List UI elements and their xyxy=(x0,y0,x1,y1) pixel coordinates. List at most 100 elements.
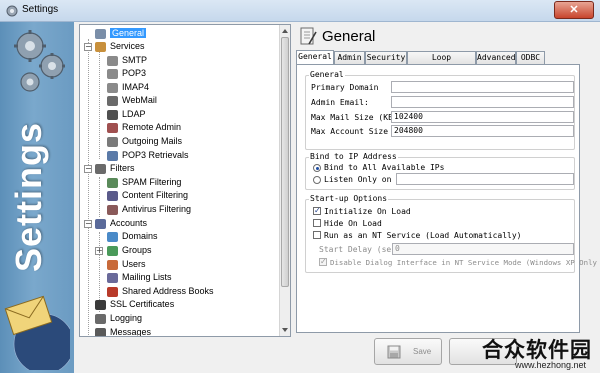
listen-only-radio[interactable] xyxy=(313,176,321,184)
tree-scrollbar[interactable] xyxy=(279,25,290,336)
tab-loop-protection[interactable]: Loop Protection xyxy=(407,51,476,74)
banner-text: Settings xyxy=(8,121,49,272)
nt-service-label: Run as an NT Service (Load Automatically… xyxy=(324,231,522,240)
tab-admin[interactable]: Admin xyxy=(334,51,365,64)
tree-item-general[interactable]: General xyxy=(95,27,147,40)
tree-item-filters[interactable]: Filters xyxy=(95,162,135,175)
services-icon xyxy=(95,41,106,52)
tree-item-spam-filtering[interactable]: SPAM Filtering xyxy=(107,176,181,189)
outgoing-icon xyxy=(107,136,118,147)
domains-icon xyxy=(107,231,118,242)
document-icon xyxy=(300,27,317,45)
page-icon xyxy=(95,28,106,39)
tree-item-shared-address-books[interactable]: Shared Address Books xyxy=(107,285,214,298)
max-account-size-label: Max Account Size (K xyxy=(311,127,403,136)
start-delay-label: Start Delay (secs xyxy=(319,245,401,254)
mailing-list-icon xyxy=(107,272,118,283)
listen-only-label: Listen Only on I xyxy=(324,175,402,184)
retrieval-icon xyxy=(107,150,118,161)
nt-service-checkbox[interactable] xyxy=(313,231,321,239)
tree-expander[interactable]: − xyxy=(84,165,92,173)
max-mail-size-field[interactable]: 102400 xyxy=(391,111,574,123)
watermark: 合众软件园 www.hezhong.net xyxy=(442,330,594,370)
initialize-on-load-label: Initialize On Load xyxy=(324,207,411,216)
tree-item-smtp[interactable]: SMTP xyxy=(107,54,147,67)
initialize-on-load-checkbox[interactable]: ✓ xyxy=(313,207,321,215)
tree-item-antivirus-filtering[interactable]: Antivirus Filtering xyxy=(107,203,191,216)
hide-on-load-checkbox[interactable] xyxy=(313,219,321,227)
accounts-icon xyxy=(95,218,106,229)
bind-all-radio[interactable] xyxy=(313,164,321,172)
tree-item-ssl-certificates[interactable]: SSL Certificates xyxy=(95,298,174,311)
disable-dialog-label: Disable Dialog Interface in NT Service M… xyxy=(330,258,597,267)
primary-domain-field[interactable] xyxy=(391,81,574,93)
tree-expander[interactable]: + xyxy=(95,247,103,255)
listen-ip-field[interactable] xyxy=(396,173,574,185)
tab-odbc[interactable]: ODBC xyxy=(516,51,545,64)
tab-general[interactable]: General xyxy=(296,50,334,64)
spam-icon xyxy=(107,177,118,188)
address-book-icon xyxy=(107,286,118,297)
pen-icon xyxy=(107,55,118,66)
tree-item-accounts[interactable]: Accounts xyxy=(95,217,147,230)
startup-options-group-title: Start-up Options xyxy=(309,194,389,203)
tree-item-logging[interactable]: Logging xyxy=(95,312,142,325)
close-icon[interactable]: ✕ xyxy=(554,1,594,19)
settings-banner: Settings xyxy=(0,22,74,373)
ldap-icon xyxy=(107,109,118,120)
tree-item-imap4[interactable]: IMAP4 xyxy=(107,81,149,94)
general-group-title: General xyxy=(309,70,345,79)
tree-item-mailing-lists[interactable]: Mailing Lists xyxy=(107,271,172,284)
tab-advanced[interactable]: Advanced xyxy=(476,51,516,64)
scroll-down-arrow[interactable] xyxy=(282,328,288,332)
pen-icon xyxy=(107,82,118,93)
tree-item-ldap[interactable]: LDAP xyxy=(107,108,146,121)
tree-item-services[interactable]: Services xyxy=(95,40,145,53)
tree-expander[interactable]: − xyxy=(84,43,92,51)
envelope-globe-icon xyxy=(4,295,70,370)
gears-icon xyxy=(14,30,65,92)
tree-item-domains[interactable]: Domains xyxy=(107,230,158,243)
floppy-disk-icon xyxy=(387,345,401,359)
settings-app-icon xyxy=(6,5,18,17)
antivirus-icon xyxy=(107,204,118,215)
certificate-icon xyxy=(95,299,106,310)
save-label: Save xyxy=(413,347,432,356)
start-delay-field[interactable]: 0 xyxy=(392,243,574,255)
title-bar: Settings ✕ xyxy=(0,0,600,22)
tree-item-outgoing-mails[interactable]: Outgoing Mails xyxy=(107,135,182,148)
disable-dialog-checkbox[interactable]: ✓ xyxy=(319,258,327,266)
bind-all-label: Bind to All Available IPs xyxy=(324,163,445,172)
tree-item-webmail[interactable]: WebMail xyxy=(107,94,157,107)
page-title: General xyxy=(322,28,376,45)
users-icon xyxy=(107,259,118,270)
tree-item-content-filtering[interactable]: Content Filtering xyxy=(107,189,188,202)
tree-item-pop3[interactable]: POP3 xyxy=(107,67,146,80)
window-title: Settings xyxy=(22,4,59,15)
bind-ip-group-title: Bind to IP Address xyxy=(309,152,398,161)
admin-email-label: Admin Email: xyxy=(311,98,369,107)
pen-icon xyxy=(107,68,118,79)
tree-item-remote-admin[interactable]: Remote Admin xyxy=(107,121,181,134)
save-button[interactable]: Save xyxy=(374,338,442,365)
watermark-url: www.hezhong.net xyxy=(514,360,586,370)
tree-item-groups[interactable]: Groups xyxy=(107,244,152,257)
max-mail-size-label: Max Mail Size (KB): xyxy=(311,113,403,122)
settings-tree[interactable]: General − Services SMTP POP3 IMAP4 WebMa… xyxy=(79,24,291,337)
tree-item-users[interactable]: Users xyxy=(107,258,146,271)
tree-item-pop3-retrievals[interactable]: POP3 Retrievals xyxy=(107,149,189,162)
tree-item-messages[interactable]: Messages xyxy=(95,326,151,336)
tab-security[interactable]: Security xyxy=(365,51,407,64)
primary-domain-label: Primary Domain xyxy=(311,83,379,92)
messages-icon xyxy=(95,327,106,336)
logging-icon xyxy=(95,313,106,324)
filter-icon xyxy=(95,163,106,174)
max-account-size-field[interactable]: 204800 xyxy=(391,125,574,137)
remote-admin-icon xyxy=(107,122,118,133)
hide-on-load-label: Hide On Load xyxy=(324,219,382,228)
tree-expander[interactable]: − xyxy=(84,220,92,228)
webmail-icon xyxy=(107,95,118,106)
scroll-up-arrow[interactable] xyxy=(282,29,288,33)
scroll-thumb[interactable] xyxy=(281,37,289,287)
admin-email-field[interactable] xyxy=(391,96,574,108)
